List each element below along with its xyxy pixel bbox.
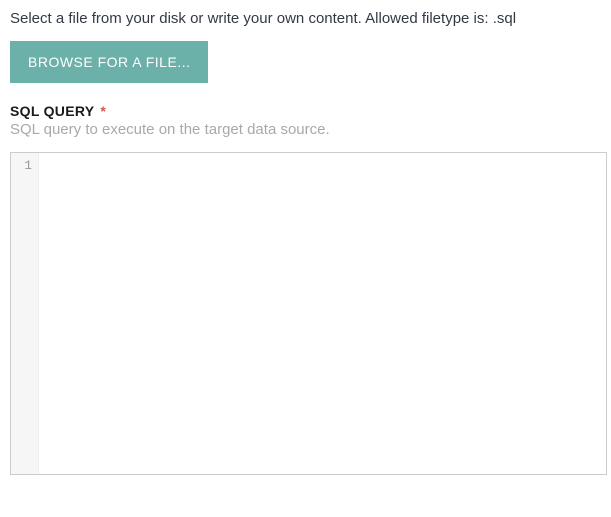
line-number-gutter: 1 bbox=[11, 153, 39, 474]
browse-file-button[interactable]: BROWSE FOR A FILE... bbox=[10, 41, 208, 83]
line-number: 1 bbox=[11, 157, 38, 175]
sql-query-input[interactable] bbox=[39, 153, 606, 474]
required-star-icon: * bbox=[100, 103, 106, 119]
sql-query-label-text: SQL QUERY bbox=[10, 103, 94, 119]
sql-query-editor[interactable]: 1 bbox=[10, 152, 607, 475]
sql-query-label: SQL QUERY * bbox=[10, 103, 601, 119]
sql-query-description: SQL query to execute on the target data … bbox=[10, 121, 601, 138]
file-help-text: Select a file from your disk or write yo… bbox=[10, 10, 601, 27]
